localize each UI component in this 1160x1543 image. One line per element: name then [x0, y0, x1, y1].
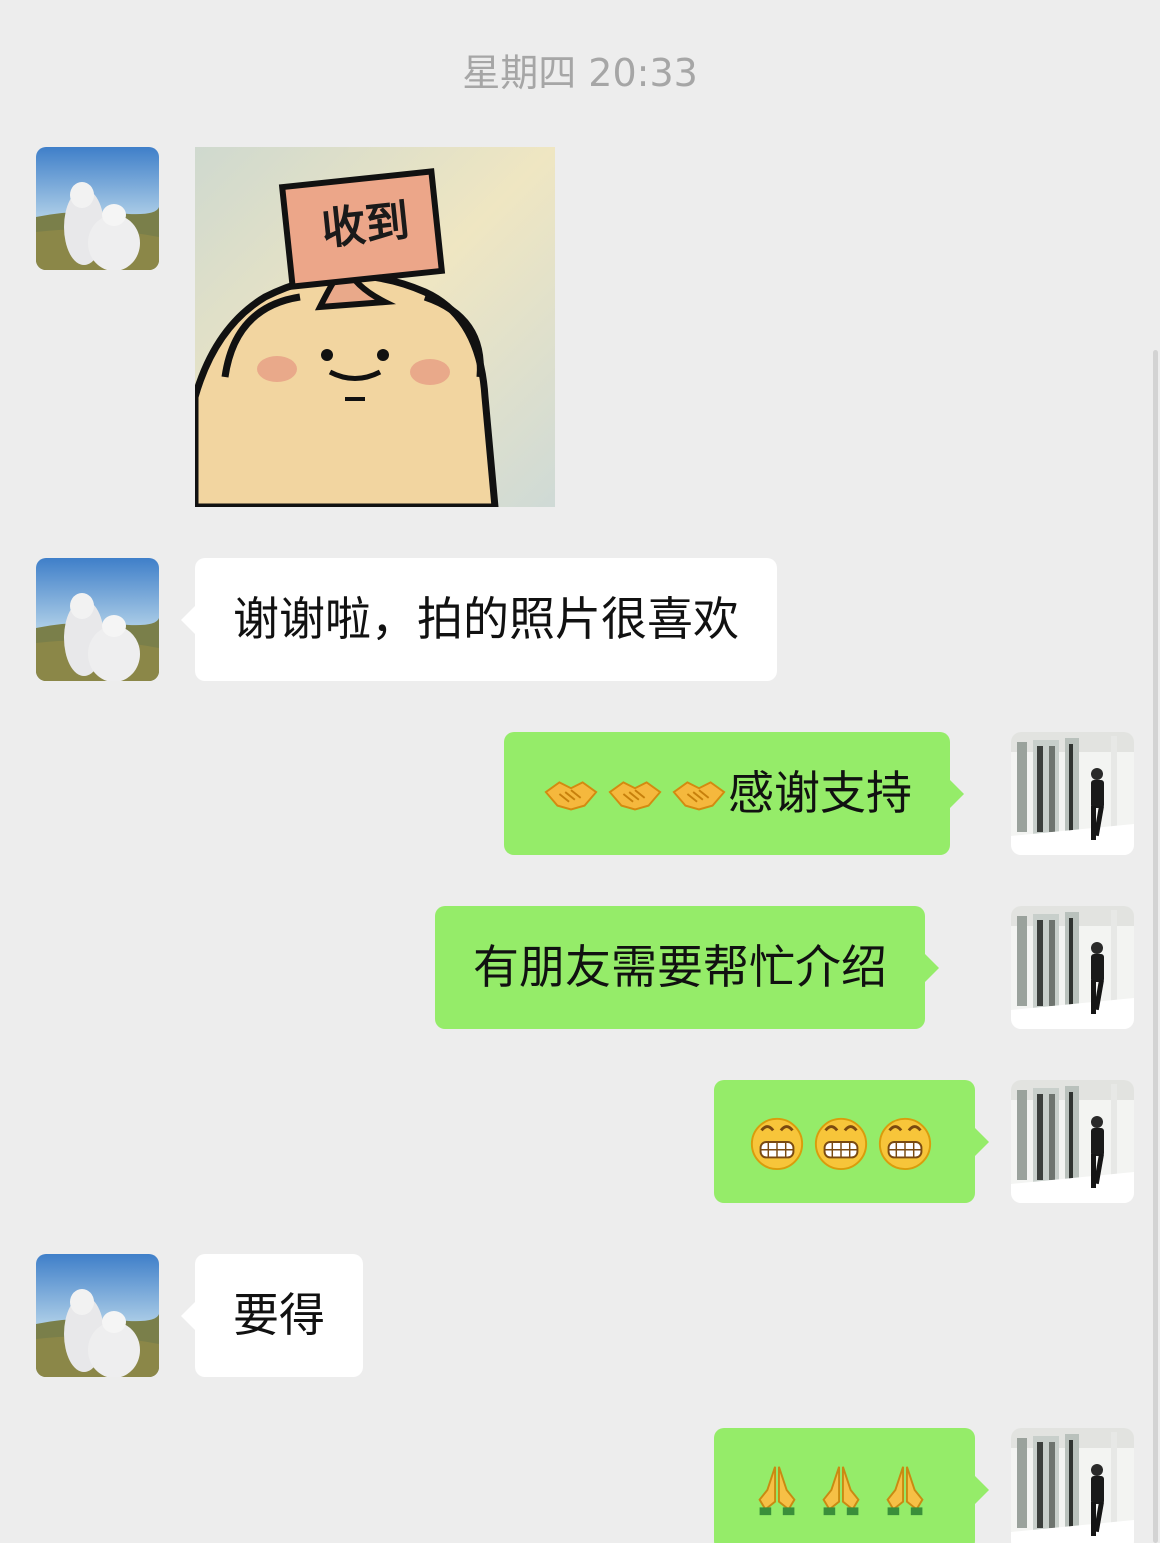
message-bubble-outgoing[interactable]: 有朋友需要帮忙介绍: [435, 906, 939, 1029]
emoji-group: [542, 732, 728, 855]
message-bubble-incoming[interactable]: 谢谢啦，拍的照片很喜欢: [181, 558, 777, 681]
my-avatar[interactable]: [1011, 1428, 1134, 1543]
scrollbar[interactable]: [1153, 350, 1158, 1543]
handshake-icon: [542, 765, 600, 823]
handshake-icon: [670, 765, 728, 823]
my-avatar[interactable]: [1011, 906, 1134, 1029]
message-bubble-incoming[interactable]: 要得: [181, 1254, 363, 1377]
handshake-icon: [606, 765, 664, 823]
contact-avatar[interactable]: [36, 1254, 159, 1377]
sticker-message[interactable]: 收到: [195, 147, 555, 507]
message-bubble-outgoing[interactable]: [714, 1080, 989, 1203]
emoji-group: [748, 1080, 934, 1203]
pray-icon: [812, 1461, 870, 1519]
message-bubble-outgoing[interactable]: [714, 1428, 989, 1543]
emoji-group: [748, 1428, 934, 1543]
message-bubble-outgoing[interactable]: 感谢支持: [504, 732, 964, 855]
grin-icon: [812, 1113, 870, 1171]
pray-icon: [876, 1461, 934, 1519]
message-text: 有朋友需要帮忙介绍: [473, 940, 887, 994]
message-text: 感谢支持: [728, 766, 912, 820]
contact-avatar[interactable]: [36, 558, 159, 681]
grin-icon: [748, 1113, 806, 1171]
my-avatar[interactable]: [1011, 732, 1134, 855]
message-text: 谢谢啦，拍的照片很喜欢: [233, 592, 739, 646]
grin-icon: [876, 1113, 934, 1171]
my-avatar[interactable]: [1011, 1080, 1134, 1203]
contact-avatar[interactable]: [36, 147, 159, 270]
chat-timestamp: 星期四 20:33: [462, 51, 698, 95]
message-text: 要得: [233, 1288, 325, 1342]
pray-icon: [748, 1461, 806, 1519]
